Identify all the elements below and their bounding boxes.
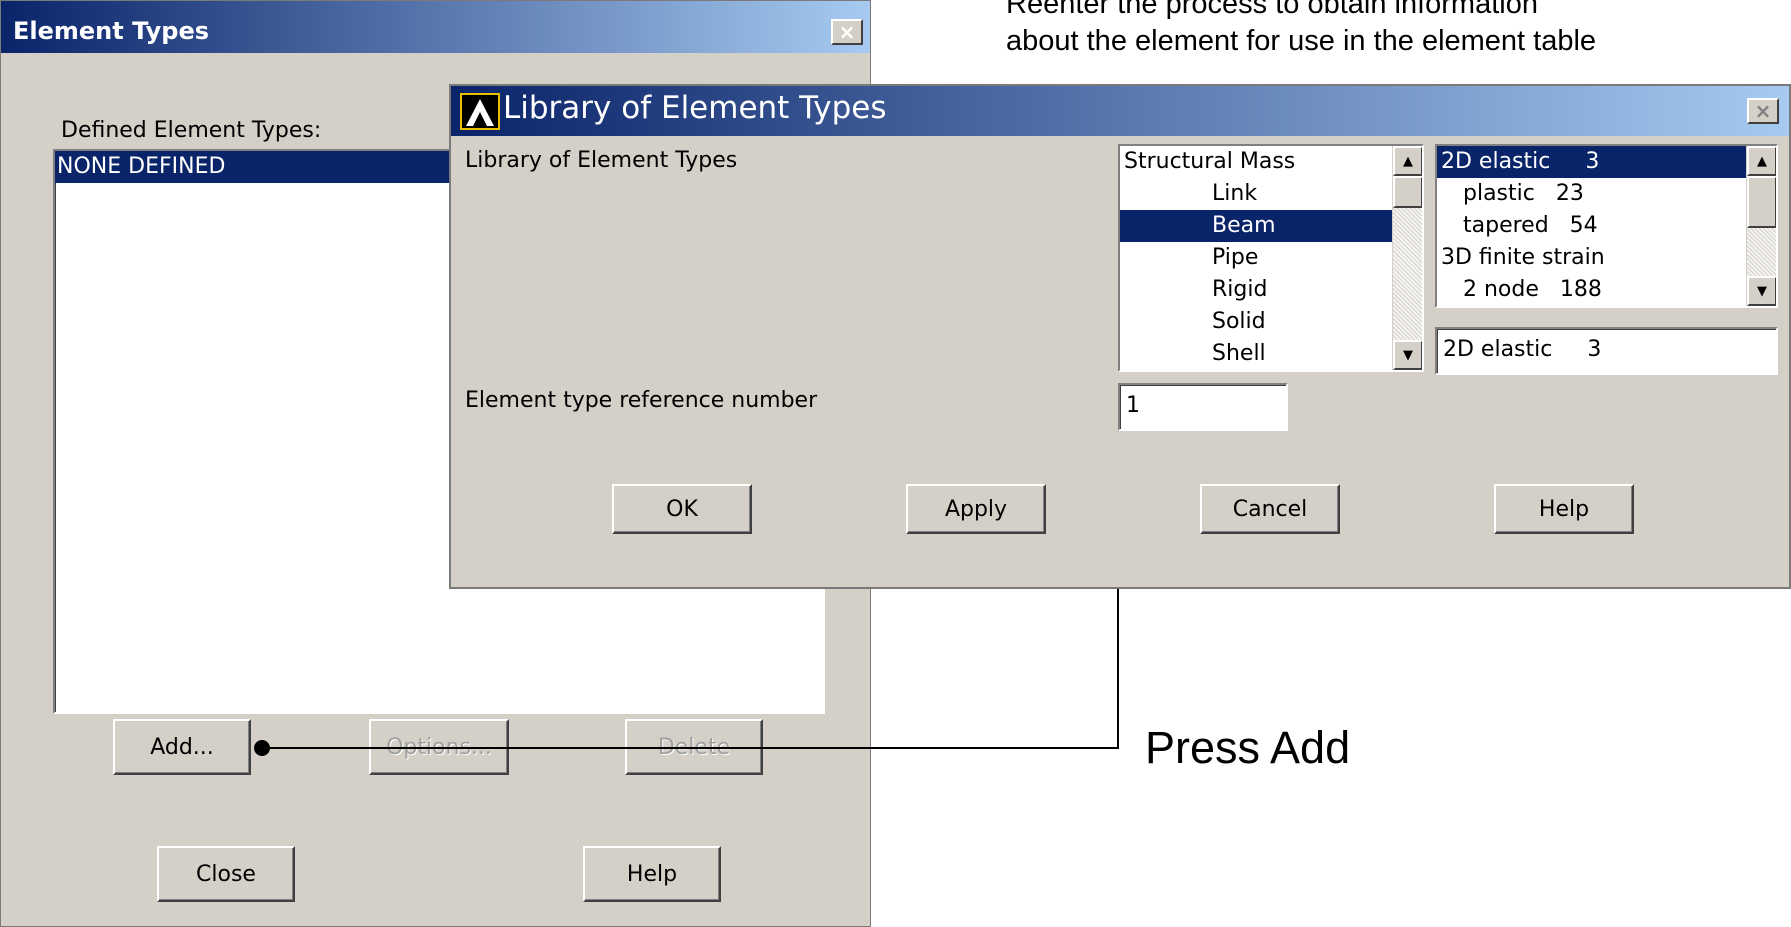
apply-button[interactable]: Apply xyxy=(906,484,1046,534)
add-button[interactable]: Add... xyxy=(113,719,251,775)
list-item[interactable]: 2 node 188 xyxy=(1437,274,1776,306)
element-types-titlebar: Element Types × xyxy=(1,1,870,53)
category-scrollbar[interactable]: ▲ ▼ xyxy=(1392,146,1422,370)
ok-button[interactable]: OK xyxy=(612,484,752,534)
defined-element-types-label: Defined Element Types: xyxy=(61,118,322,143)
cancel-button[interactable]: Cancel xyxy=(1200,484,1340,534)
list-item[interactable]: Solid xyxy=(1120,306,1422,338)
list-item[interactable]: Structural Mass xyxy=(1120,146,1422,178)
list-item[interactable]: tapered 54 xyxy=(1437,210,1776,242)
list-item[interactable]: 3D finite strain xyxy=(1437,242,1776,274)
down-arrow-icon[interactable]: ▼ xyxy=(1393,340,1422,370)
connector-line-vertical xyxy=(1117,589,1119,749)
list-item[interactable]: Link xyxy=(1120,178,1422,210)
up-arrow-icon[interactable]: ▲ xyxy=(1393,146,1422,176)
press-add-note: Press Add xyxy=(1145,722,1351,773)
ansys-logo-icon xyxy=(460,93,500,130)
close-icon: × xyxy=(1754,99,1772,123)
close-button[interactable]: Close xyxy=(157,846,295,902)
list-item[interactable]: plastic 23 xyxy=(1437,178,1776,210)
list-item[interactable]: Rigid xyxy=(1120,274,1422,306)
element-types-title: Element Types xyxy=(13,17,210,45)
help-button[interactable]: Help xyxy=(1494,484,1634,534)
instruction-line-1: Reenter the process to obtain informatio… xyxy=(1006,0,1538,20)
ref-number-input[interactable]: 1 xyxy=(1118,383,1288,431)
instruction-note: Reenter the process to obtain informatio… xyxy=(1006,0,1596,60)
help-button[interactable]: Help xyxy=(583,846,721,902)
ref-number-label: Element type reference number xyxy=(465,388,818,413)
library-titlebar: Library of Element Types × xyxy=(451,86,1789,136)
selected-type-field[interactable]: 2D elastic 3 xyxy=(1435,327,1778,375)
list-item-selected[interactable]: Beam xyxy=(1120,210,1392,242)
library-title: Library of Element Types xyxy=(503,90,887,126)
close-icon: × xyxy=(838,20,856,44)
type-scrollbar[interactable]: ▲ ▼ xyxy=(1746,146,1776,306)
list-item-selected[interactable]: 2D elastic 3 xyxy=(1437,146,1746,178)
element-type-list[interactable]: 2D elastic 3 plastic 23 tapered 54 3D fi… xyxy=(1435,144,1778,308)
element-types-close-button[interactable]: × xyxy=(831,19,863,45)
library-label: Library of Element Types xyxy=(465,148,738,173)
category-list[interactable]: Structural Mass Link Beam Pipe Rigid Sol… xyxy=(1118,144,1424,372)
list-item[interactable]: Pipe xyxy=(1120,242,1422,274)
library-window: Library of Element Types × Library of El… xyxy=(449,84,1791,589)
scroll-thumb[interactable] xyxy=(1393,176,1422,208)
library-close-button[interactable]: × xyxy=(1747,98,1779,124)
connector-dot xyxy=(254,740,270,756)
instruction-line-2: about the element for use in the element… xyxy=(1006,25,1597,57)
down-arrow-icon[interactable]: ▼ xyxy=(1747,276,1776,306)
up-arrow-icon[interactable]: ▲ xyxy=(1747,146,1776,176)
connector-line-horizontal xyxy=(262,747,1119,749)
list-item[interactable]: Shell xyxy=(1120,338,1422,370)
scroll-thumb[interactable] xyxy=(1747,176,1776,228)
